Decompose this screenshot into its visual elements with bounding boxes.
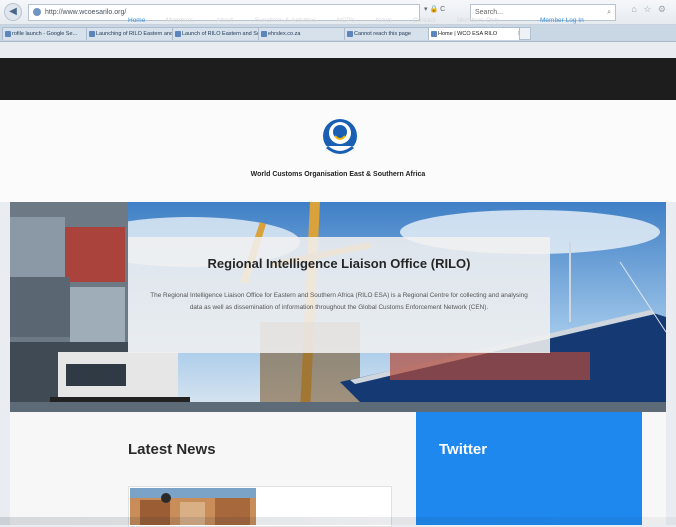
favorites-icon[interactable]: ⌂ ☆ ⚙ xyxy=(631,4,668,15)
nav-ncps[interactable]: NCP's xyxy=(337,0,355,42)
search-icon[interactable]: ⌕ xyxy=(607,5,611,20)
wco-logo-icon[interactable] xyxy=(319,116,361,162)
site-nav-bar xyxy=(0,58,676,100)
hero-description: The Regional Intelligence Liaison Office… xyxy=(150,292,528,311)
hero-title: Regional Intelligence Liaison Office (RI… xyxy=(207,256,471,271)
url-text: http://www.wcoesarilo.org/ xyxy=(45,9,127,16)
nav-about[interactable]: About xyxy=(216,0,233,42)
page-favicon-icon xyxy=(89,31,95,37)
nav-member-login[interactable]: Member Log In xyxy=(540,0,584,42)
google-favicon-icon xyxy=(5,31,11,37)
org-name: World Customs Organisation East & Southe… xyxy=(250,171,426,178)
nav-news[interactable]: News xyxy=(376,0,392,42)
tab-google-search[interactable]: rofile launch - Google Se... xyxy=(2,27,91,40)
nav-home[interactable]: Home xyxy=(128,0,145,42)
nav-members-only[interactable]: Members Only xyxy=(457,0,499,42)
latest-news-heading: Latest News xyxy=(128,441,216,458)
nav-contact[interactable]: Contact xyxy=(413,0,435,42)
back-icon[interactable]: ◀ xyxy=(4,3,22,21)
nav-members[interactable]: Members xyxy=(166,0,193,42)
site-icon xyxy=(33,8,41,17)
taskbar xyxy=(0,517,676,525)
new-tab-button[interactable] xyxy=(519,27,531,40)
twitter-heading: Twitter xyxy=(439,441,488,458)
twitter-panel xyxy=(416,412,642,525)
nav-functions-activities[interactable]: Functions & Activities xyxy=(255,0,316,42)
